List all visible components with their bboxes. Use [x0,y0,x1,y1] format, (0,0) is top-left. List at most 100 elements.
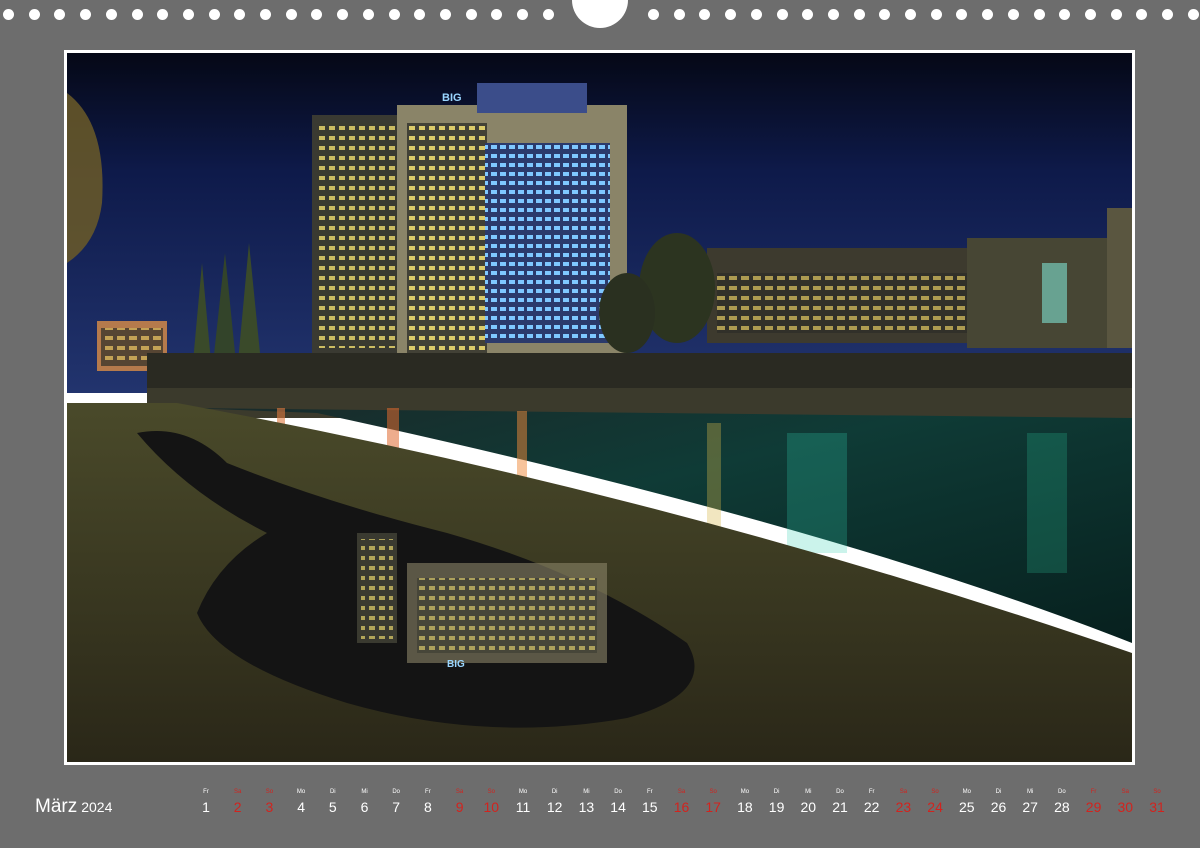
day-number: 6 [360,799,369,815]
calendar-day: Mi 6 [349,788,381,816]
weekday-label: So [709,789,717,795]
binding-hole [1110,9,1122,20]
calendar-day: Mo 11 [507,788,539,816]
day-number: 1 [202,799,210,815]
calendar-day: So 3 [253,788,285,816]
day-number: 23 [895,799,912,815]
weekday-label: Mi [805,789,812,795]
binding-hole [157,9,169,20]
weekday-label: Fr [425,789,431,795]
office-tower: BIG [312,83,627,355]
weekday-label: Sa [234,789,242,795]
binding-hole [311,9,323,20]
day-number: 29 [1085,799,1102,815]
weekday-label: Do [614,789,622,795]
binding-hole [234,9,246,20]
weekday-label: Do [836,789,844,795]
binding-hole [414,9,426,20]
binding-hole [1136,9,1148,20]
binding-hole [725,9,737,20]
day-number: 7 [392,799,401,815]
reflected-sign: BIG [447,659,465,670]
calendar-day: Sa 30 [1109,788,1141,816]
binding-hole [182,9,194,20]
binding-hole [956,9,968,20]
day-number: 9 [455,799,464,815]
calendar-day: Fr 29 [1078,788,1110,816]
weekday-label: Fr [1090,789,1097,795]
binding-hole [542,9,554,20]
spiral-binding [0,0,1200,30]
calendar-day: Do 21 [824,788,856,816]
calendar-day: Sa 9 [444,788,476,816]
calendar-day: So 24 [919,788,951,816]
calendar-day: Di 19 [761,788,793,816]
day-number: 8 [423,799,432,815]
day-number: 22 [863,799,880,815]
calendar-strip: März 2024 Fr 1 Sa 2 So 3 Mo 4 Di 5 Mi 6 Do 7 Fr 8 Sa 9 So 10… [0,788,1200,828]
binding-hole [491,9,503,20]
day-number: 12 [546,799,563,815]
weekday-label: Di [551,789,558,795]
binding-hole [285,9,297,20]
calendar-day: Fr 15 [634,788,666,816]
binding-hole [362,9,374,20]
binding-hole [648,9,659,20]
day-number: 10 [483,799,500,815]
building-sign: BIG [442,92,462,104]
weekday-label: Sa [1121,789,1129,795]
day-number: 14 [610,799,626,815]
weekday-label: Di [329,789,336,795]
weekday-label: Di [995,789,1002,795]
calendar-day: Do 7 [380,788,412,816]
binding-hole [3,9,14,20]
calendar-day: Mo 4 [285,788,317,816]
binding-hole [337,9,349,20]
day-number: 4 [297,799,305,815]
calendar-day: Sa 16 [666,788,698,816]
calendar-day: Do 14 [602,788,634,816]
day-number: 13 [578,799,595,815]
binding-hole [1084,9,1096,20]
calendar-day: So 10 [475,788,507,816]
calendar-day: Mi 20 [792,788,824,816]
binding-hole [28,9,40,20]
binding-hole [80,9,92,20]
calendar-day: Di 5 [317,788,349,816]
binding-hole [930,9,942,20]
day-number: 31 [1149,799,1165,815]
binding-hole [750,9,762,20]
binding-hole [465,9,477,20]
weekday-label: Do [1058,789,1066,795]
binding-hole [1059,9,1071,20]
day-number: 11 [515,799,531,815]
weekday-label: Mo [962,789,971,795]
binding-hole [673,9,685,20]
binding-hole [1033,9,1045,20]
day-number: 15 [642,799,658,815]
binding-hole [105,9,117,20]
calendar-day: Sa 23 [887,788,919,816]
day-number: 3 [265,799,274,815]
binding-hole [517,9,528,20]
calendar-day: Mi 27 [1014,788,1046,816]
weekday-label: Mi [1027,789,1034,795]
binding-hole [982,9,994,20]
weekday-label: So [931,789,939,795]
year-label: 2024 [81,799,113,815]
day-number: 17 [705,799,721,815]
binding-hole [699,9,711,20]
night-river-photo: BIG BIG [67,53,1132,762]
photo-frame: BIG BIG [64,50,1135,765]
weekday-label: Fr [646,789,653,795]
binding-hole [853,9,865,20]
binding-hole [388,9,400,20]
weekday-label: Fr [203,789,209,795]
day-number: 20 [800,799,817,815]
day-number: 2 [233,799,242,815]
day-number: 18 [737,799,753,815]
calendar-day: Mi 13 [570,788,602,816]
binding-hole [1162,9,1173,20]
calendar-day: Mo 25 [951,788,983,816]
weekday-label: Sa [455,789,464,795]
